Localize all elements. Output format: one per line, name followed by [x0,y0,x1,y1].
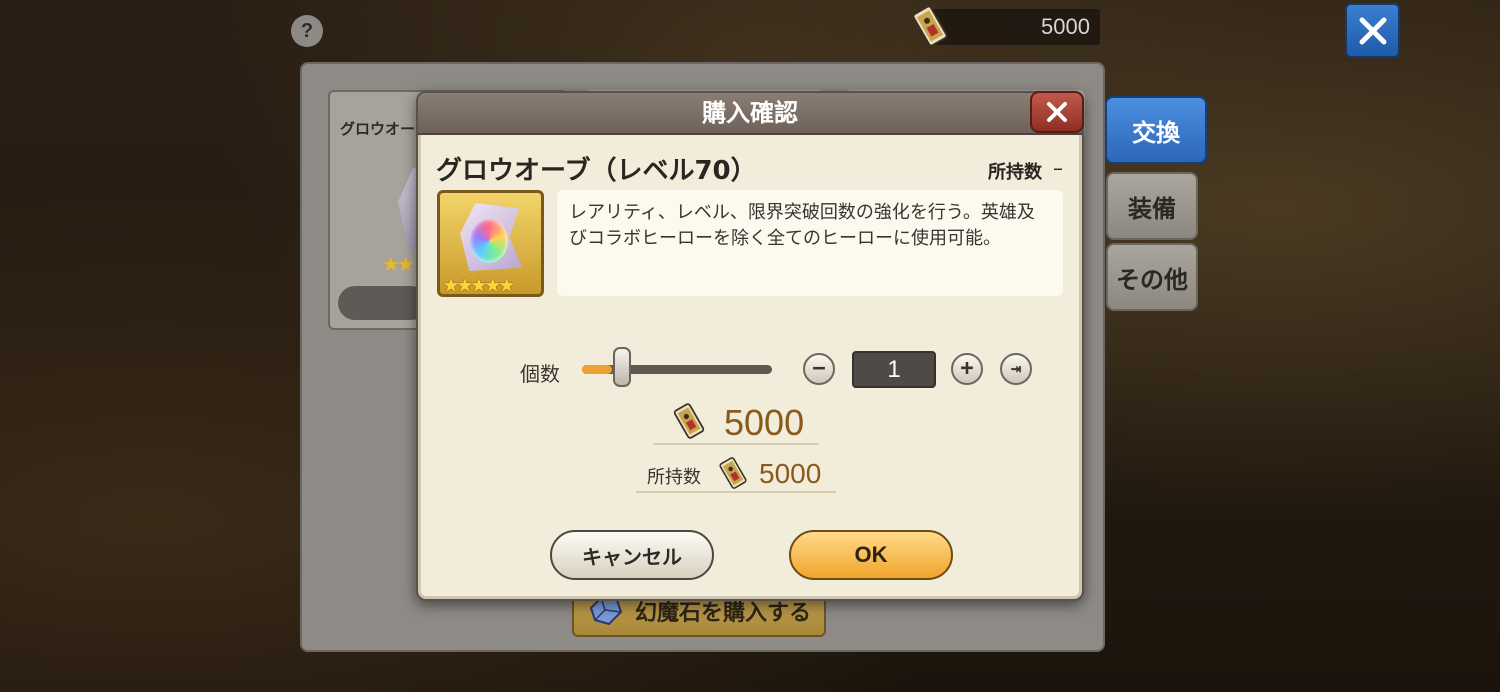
rarity-stars: ★★ [382,252,415,276]
owned-currency-label: 所持数 [647,467,701,488]
close-icon [1359,17,1386,44]
owned-count-value: – [1053,156,1063,180]
help-button[interactable]: ? [291,15,323,47]
ok-button[interactable]: OK [789,530,953,580]
cost-value: 5000 [724,402,805,443]
close-icon [1047,102,1067,122]
shop-item-title: グロウオー [340,120,416,138]
owned-count-label: 所持数 [988,162,1042,183]
quantity-slider-fill [582,365,612,374]
currency-value: 5000 [1041,14,1090,39]
ticket-icon [673,403,705,439]
shop-item-price [338,286,428,320]
ticket-icon [912,5,948,47]
decrease-button[interactable]: − [803,353,835,385]
slider-handle[interactable] [613,347,631,387]
item-name: グロウオーブ（レベル70） [436,156,757,186]
dialog-close-button[interactable] [1030,91,1084,133]
rarity-stars: ★★★★★ [442,273,516,297]
item-description: レアリティ、レベル、限界突破回数の強化を行う。英雄及びコラボヒーローを除く全ての… [557,190,1063,296]
divider [653,443,819,445]
tab-equipment[interactable]: 装備 [1106,172,1198,240]
cancel-button[interactable]: キャンセル [550,530,714,580]
ticket-icon [719,457,747,489]
dialog-title: 購入確認 [418,93,1082,135]
close-shop-button[interactable] [1345,3,1400,58]
increase-button[interactable]: + [951,353,983,385]
tab-exchange[interactable]: 交換 [1105,96,1207,164]
item-icon: ★★★★★ [437,190,544,297]
tab-other[interactable]: その他 [1106,243,1198,311]
orb-icon [470,219,508,263]
max-quantity-button[interactable]: ⇥ [1000,353,1032,385]
owned-currency-value: 5000 [759,458,822,489]
divider [636,491,836,493]
quantity-value: 1 [852,351,936,388]
quantity-label: 個数 [520,362,560,386]
